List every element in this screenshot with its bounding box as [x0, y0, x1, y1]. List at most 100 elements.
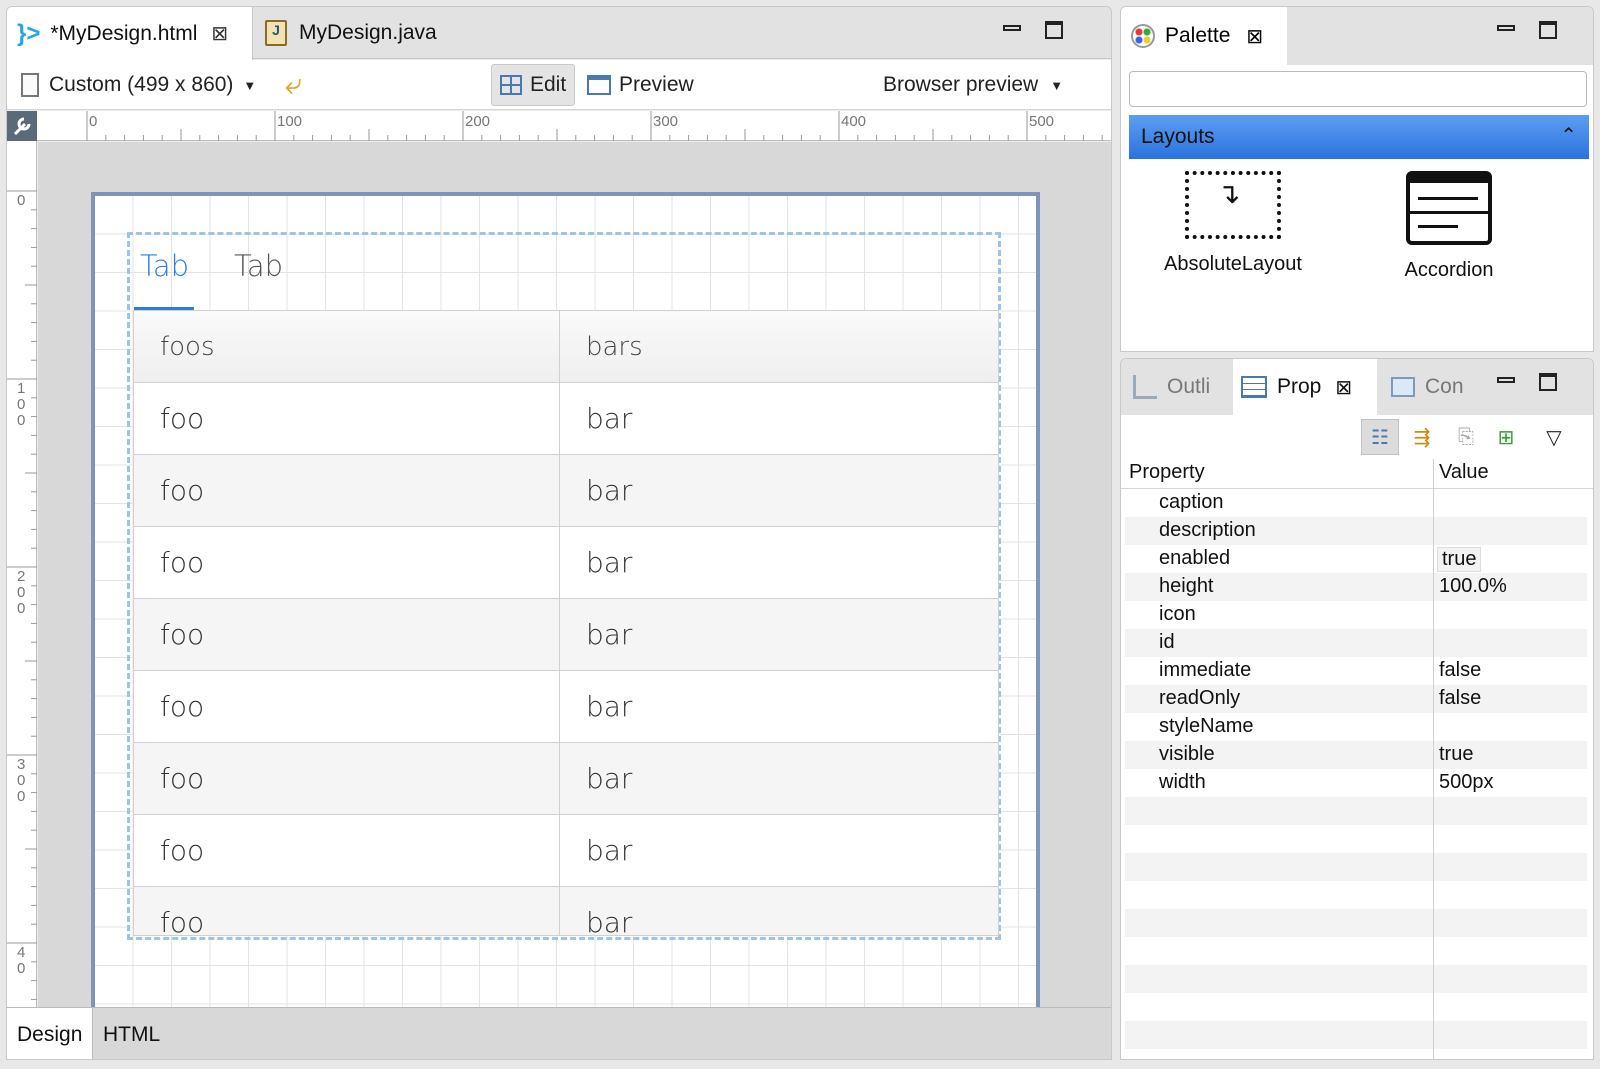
table-row[interactable]: foo bar [134, 743, 998, 815]
property-row-width[interactable]: width 500px [1125, 769, 1587, 797]
property-row-caption[interactable]: caption [1125, 489, 1587, 517]
ruler-label: 500 [1029, 113, 1055, 130]
undo-icon[interactable]: ⤶ [285, 60, 302, 110]
property-value[interactable]: false [1439, 659, 1481, 682]
preview-mode-button[interactable]: Preview [587, 60, 694, 110]
minimize-icon[interactable] [1497, 25, 1515, 31]
tab-label: Con [1425, 375, 1464, 398]
collapse-icon[interactable]: ⌃ [1560, 123, 1577, 148]
table-row[interactable]: foo bar [134, 383, 998, 455]
property-row-enabled[interactable]: enabled true [1125, 545, 1587, 573]
browser-preview-label: Browser preview [883, 73, 1039, 96]
maximize-icon[interactable] [1539, 21, 1557, 39]
ruler-label: 0 [89, 113, 98, 130]
grid-cell: foo [134, 887, 560, 935]
tab-mydesign-java[interactable]: J MyDesign.java [255, 7, 447, 59]
palette-search-input[interactable] [1129, 71, 1587, 107]
design-surface[interactable]: Tab Tab foos bars foo bar foo bar foo ba… [91, 192, 1040, 1012]
window-icon [587, 75, 611, 95]
tab-mydesign-html[interactable]: }> *MyDesign.html ⊠ [7, 7, 253, 60]
property-row-description[interactable]: description [1125, 517, 1587, 545]
palette-item-absolutelayout[interactable]: ↴ AbsoluteLayout [1133, 171, 1333, 276]
property-key: icon [1159, 603, 1196, 625]
property-value[interactable]: 500px [1439, 771, 1494, 794]
property-row-stylename[interactable]: styleName [1125, 713, 1587, 741]
grid-cell: bar [586, 906, 633, 936]
property-row-id[interactable]: id [1125, 629, 1587, 657]
property-value[interactable]: true [1437, 547, 1482, 572]
table-row[interactable]: foo bar [134, 599, 998, 671]
empty-row [1125, 937, 1587, 965]
property-value[interactable]: false [1439, 687, 1481, 710]
properties-table: caption description enabled true height … [1121, 489, 1593, 1059]
tabsheet-tab-2[interactable]: Tab [234, 249, 283, 283]
close-icon[interactable]: ⊠ [1335, 375, 1352, 400]
editor-bottom-tabs: Design HTML [7, 1007, 1111, 1059]
property-row-height[interactable]: height 100.0% [1125, 573, 1587, 601]
design-canvas[interactable]: Tab Tab foos bars foo bar foo bar foo ba… [38, 142, 1111, 1012]
tab-design[interactable]: Design [7, 1008, 94, 1059]
restore-default-icon[interactable]: ⎘ [1447, 419, 1485, 455]
property-row-readonly[interactable]: readOnly false [1125, 685, 1587, 713]
property-key: enabled [1159, 547, 1231, 569]
close-icon[interactable]: ⊠ [211, 21, 228, 46]
tab-label: MyDesign.java [299, 21, 437, 44]
ruler-label: 1 0 0 [17, 380, 26, 429]
grid-header-cell[interactable]: bars [560, 311, 998, 382]
browser-preview-select[interactable]: Browser preview ▼ [883, 60, 1063, 110]
property-key: immediate [1159, 659, 1252, 681]
table-row[interactable]: foo bar [134, 527, 998, 599]
ruler-label: 2 0 0 [17, 568, 26, 617]
table-row[interactable]: foo bar [134, 887, 998, 936]
grid-header-cell[interactable]: foos [134, 311, 560, 382]
tab-label: Palette [1165, 24, 1231, 47]
ruler-label: 0 [17, 192, 26, 209]
outline-icon [1133, 375, 1157, 399]
table-row[interactable]: foo bar [134, 455, 998, 527]
ruler-label: 400 [841, 113, 867, 130]
wrench-icon[interactable] [7, 111, 37, 141]
tab-html[interactable]: HTML [93, 1008, 170, 1059]
grid-cell: bar [586, 762, 633, 795]
property-row-immediate[interactable]: immediate false [1125, 657, 1587, 685]
size-select[interactable]: Custom (499 x 860) ▼ [21, 60, 256, 110]
palette-item-accordion[interactable]: Accordion [1349, 171, 1549, 282]
table-row[interactable]: foo bar [134, 671, 998, 743]
maximize-icon[interactable] [1539, 373, 1557, 391]
property-key: id [1159, 631, 1175, 653]
column-divider[interactable] [1433, 459, 1434, 1059]
grid-cell: bar [586, 402, 633, 435]
tab-palette[interactable]: Palette ⊠ [1121, 7, 1287, 65]
grid-component[interactable]: foos bars foo bar foo bar foo bar foo ba… [133, 310, 999, 936]
minimize-icon[interactable] [1497, 377, 1515, 383]
property-key: height [1159, 575, 1214, 597]
show-categories-icon[interactable]: ☷ [1361, 419, 1399, 455]
tab-properties[interactable]: Prop ⊠ [1233, 359, 1377, 415]
tabsheet-tab-1[interactable]: Tab [140, 249, 189, 283]
palette-icon [1131, 24, 1155, 48]
property-row-visible[interactable]: visible true [1125, 741, 1587, 769]
ruler-ticks [86, 111, 1103, 141]
grid-header-row: foos bars [134, 311, 998, 383]
view-menu-icon[interactable]: ▽ [1535, 419, 1573, 455]
property-value[interactable]: true [1439, 743, 1473, 766]
properties-toolbar: ☷ ⇶ ⎘ ⊞ ▽ [1121, 415, 1593, 459]
edit-mode-button[interactable]: Edit [491, 64, 576, 106]
table-row[interactable]: foo bar [134, 815, 998, 887]
preview-label: Preview [619, 73, 694, 96]
tab-outline[interactable]: Outli [1125, 359, 1218, 415]
palette-category-layouts[interactable]: Layouts ⌃ [1129, 115, 1589, 159]
value-column-header: Value [1439, 461, 1489, 483]
tab-console[interactable]: Con [1383, 359, 1472, 415]
pin-view-icon[interactable]: ⊞ [1487, 419, 1525, 455]
close-icon[interactable]: ⊠ [1246, 24, 1263, 49]
vertical-ruler: 0 1 0 0 2 0 0 3 0 0 4 0 [7, 141, 37, 1007]
property-value[interactable]: 100.0% [1439, 575, 1507, 598]
grid-cell: foo [134, 455, 560, 526]
java-file-icon: J [265, 20, 287, 46]
minimize-icon[interactable] [1003, 25, 1021, 31]
property-row-icon[interactable]: icon [1125, 601, 1587, 629]
show-advanced-icon[interactable]: ⇶ [1403, 419, 1441, 455]
maximize-icon[interactable] [1045, 21, 1063, 39]
tabsheet-component[interactable]: Tab Tab foos bars foo bar foo bar foo ba… [127, 232, 1001, 940]
